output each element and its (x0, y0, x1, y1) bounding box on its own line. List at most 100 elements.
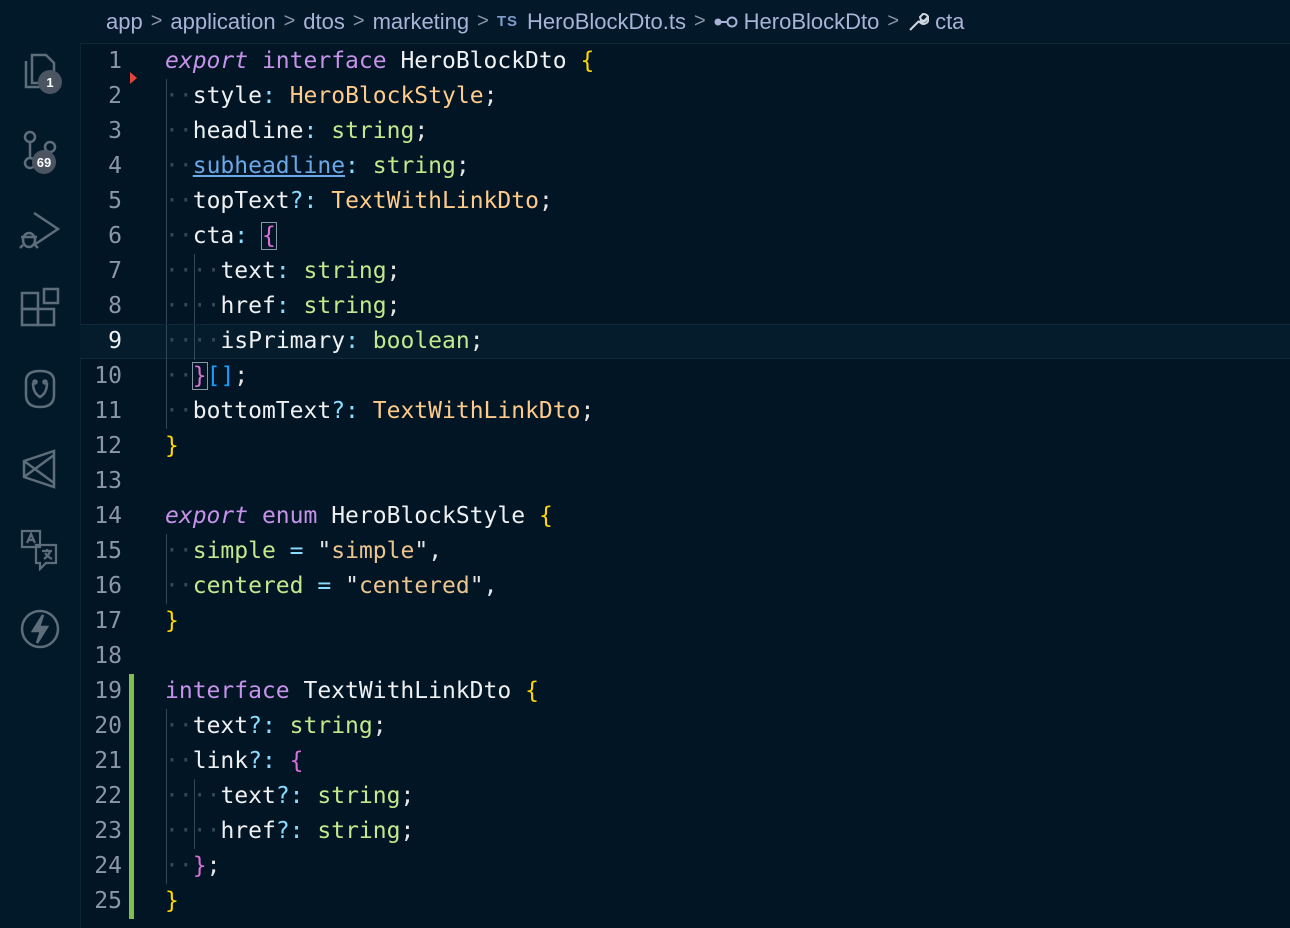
code-line[interactable]: 9 ····isPrimary: boolean; (80, 324, 1290, 360)
code-line[interactable]: 16 ··centered = "centered", (80, 569, 1290, 604)
code-line[interactable]: 7 ····text: string; (80, 254, 1290, 289)
line-number: 24 (94, 853, 122, 879)
code-line[interactable]: 20 ··text?: string; (80, 709, 1290, 744)
indent-guide (166, 149, 167, 184)
line-number: 25 (94, 888, 122, 914)
code-text: ··link?: { (165, 748, 304, 774)
code-line[interactable]: 3 ··headline: string; (80, 114, 1290, 149)
run-debug-icon (19, 211, 61, 249)
code-text: ··headline: string; (165, 118, 429, 144)
code-line[interactable]: 19 interface TextWithLinkDto { (80, 674, 1290, 709)
line-number: 18 (94, 643, 122, 669)
code-line[interactable]: 17} (80, 604, 1290, 639)
code-line[interactable]: 13 (80, 464, 1290, 499)
breadcrumb-separator: > (150, 10, 163, 32)
git-added-indicator (129, 779, 134, 814)
line-number: 9 (108, 328, 122, 354)
code-line[interactable]: 6 ··cta: { (80, 219, 1290, 254)
git-added-indicator (129, 814, 134, 849)
extensions-button[interactable] (0, 274, 80, 344)
code-line[interactable]: 12} (80, 429, 1290, 464)
code-text: ··bottomText?: TextWithLinkDto; (165, 398, 595, 424)
line-number: 7 (108, 258, 122, 284)
line-number: 11 (94, 398, 122, 424)
code-line[interactable]: 18 (80, 639, 1290, 674)
code-line[interactable]: 15 ··simple = "simple", (80, 534, 1290, 569)
breadcrumb-item-property[interactable]: cta (935, 9, 964, 35)
code-text: ··}; (165, 853, 221, 879)
code-line[interactable]: 24 ··}; (80, 849, 1290, 884)
lightning-icon (20, 609, 60, 649)
typescript-file-icon: TS (496, 13, 519, 30)
line-number: 2 (108, 83, 122, 109)
breadcrumb-item-application[interactable]: application (170, 9, 275, 35)
activity-bar: 1 69 (0, 0, 81, 928)
line-number: 20 (94, 713, 122, 739)
explorer-button[interactable]: 1 (0, 34, 80, 104)
line-number: 1 (108, 48, 122, 74)
indent-guide (166, 359, 167, 394)
line-number: 16 (94, 573, 122, 599)
code-text: ··centered = "centered", (165, 573, 498, 599)
code-line[interactable]: 5 ··topText?: TextWithLinkDto; (80, 184, 1290, 219)
indent-guide (166, 219, 167, 254)
code-text: } (165, 433, 179, 459)
translate-button[interactable] (0, 514, 80, 584)
code-line[interactable]: 22 ····text?: string; (80, 779, 1290, 814)
breadcrumb-item-interface[interactable]: HeroBlockDto (744, 9, 880, 35)
code-line[interactable]: 23 ····href?: string; (80, 814, 1290, 849)
line-number: 21 (94, 748, 122, 774)
breadcrumb-item-app[interactable]: app (106, 9, 143, 35)
code-text: ····text: string; (165, 258, 401, 284)
breadcrumb-item-marketing[interactable]: marketing (373, 9, 470, 35)
source-control-badge: 69 (32, 150, 56, 174)
indent-guide (194, 814, 195, 849)
line-number: 6 (108, 223, 122, 249)
database-button[interactable] (0, 354, 80, 424)
source-control-button[interactable]: 69 (0, 114, 80, 184)
code-text: interface TextWithLinkDto { (165, 678, 539, 704)
code-editor[interactable]: 1 export interface HeroBlockDto {2 ··style… (80, 44, 1290, 928)
lightning-button[interactable] (0, 594, 80, 664)
code-text: ··simple = "simple", (165, 538, 443, 564)
breadcrumb-item-file[interactable]: HeroBlockDto.ts (527, 9, 686, 35)
wrench-icon (907, 11, 930, 33)
line-number: 23 (94, 818, 122, 844)
code-line[interactable]: 11 ··bottomText?: TextWithLinkDto; (80, 394, 1290, 429)
code-line[interactable]: 21 ··link?: { (80, 744, 1290, 779)
code-line[interactable]: 14 export enum HeroBlockStyle { (80, 499, 1290, 534)
indent-guide (166, 79, 167, 114)
breadcrumb-item-dtos[interactable]: dtos (303, 9, 345, 35)
visual-studio-icon (22, 449, 56, 489)
run-debug-button[interactable] (0, 194, 80, 264)
code-text: ··text?: string; (165, 713, 387, 739)
code-line[interactable]: 2 ··style: HeroBlockStyle; (80, 79, 1290, 114)
breadcrumb-separator: > (887, 10, 900, 32)
indent-guide (166, 394, 167, 429)
code-line[interactable]: 8 ····href: string; (80, 289, 1290, 324)
breadcrumb-separator: > (352, 10, 365, 32)
translate-icon (20, 529, 58, 571)
indent-guide (166, 569, 167, 604)
code-text: ··}[]; (165, 362, 249, 390)
code-line[interactable]: 25} (80, 884, 1290, 919)
line-number: 12 (94, 433, 122, 459)
indent-guide (166, 184, 167, 219)
line-number: 14 (94, 503, 122, 529)
code-line[interactable]: 10 ··}[]; (80, 359, 1290, 394)
visual-studio-button[interactable] (0, 434, 80, 504)
line-number: 13 (94, 468, 122, 494)
code-line[interactable]: 4 ··subheadline: string; (80, 149, 1290, 184)
indent-guide (166, 114, 167, 149)
indent-guide (166, 779, 167, 814)
code-text: ··topText?: TextWithLinkDto; (165, 188, 553, 214)
code-line[interactable]: 1 export interface HeroBlockDto { (80, 44, 1290, 79)
indent-guide (166, 325, 167, 360)
breadcrumb: app > application > dtos > marketing > T… (80, 0, 1290, 44)
indent-guide (166, 709, 167, 744)
postgres-elephant-icon (24, 369, 56, 409)
code-text: ····href: string; (165, 293, 401, 319)
indent-guide (194, 254, 195, 289)
line-number: 22 (94, 783, 122, 809)
line-number: 17 (94, 608, 122, 634)
